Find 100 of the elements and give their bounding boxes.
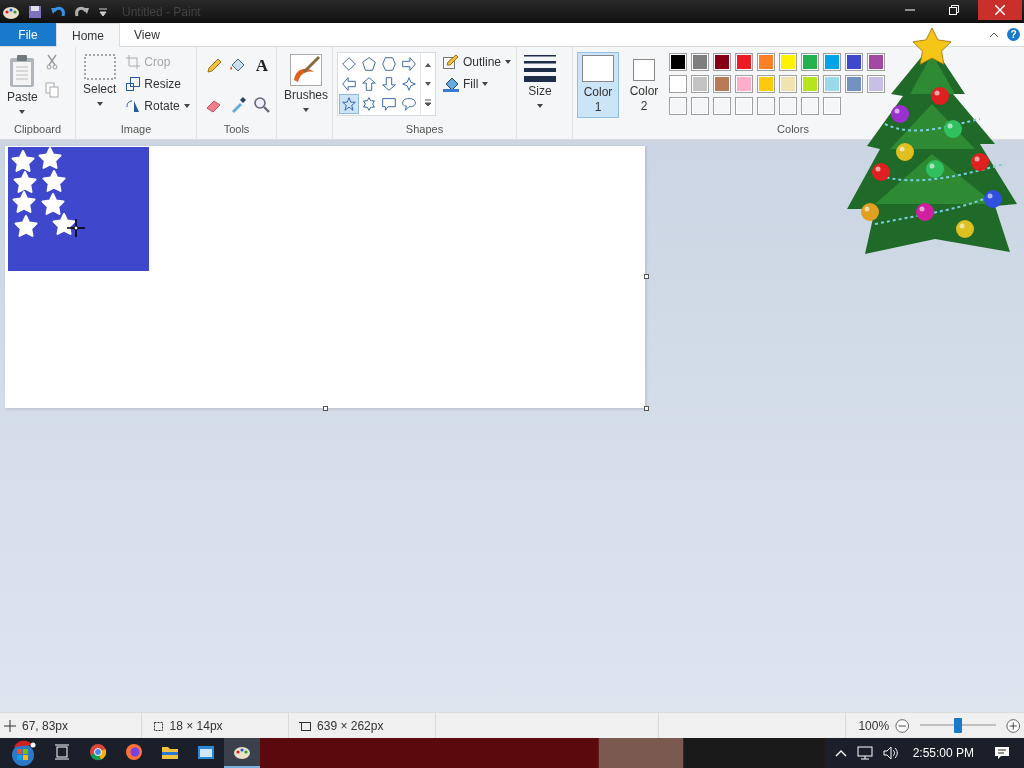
selection-size: 18 × 14px bbox=[169, 718, 223, 733]
color-slot-button[interactable]: Color 2 bbox=[623, 52, 665, 118]
empty-color-slot[interactable] bbox=[669, 97, 687, 115]
color-swatch[interactable] bbox=[801, 53, 819, 71]
file-tab[interactable]: File bbox=[0, 23, 56, 46]
color-swatch[interactable] bbox=[669, 53, 687, 71]
scroll-down-icon[interactable] bbox=[424, 80, 432, 88]
dropdown-icon[interactable] bbox=[98, 6, 108, 17]
slider-thumb[interactable] bbox=[953, 718, 962, 733]
zoom-level: 100% bbox=[858, 718, 890, 733]
resize-handle[interactable] bbox=[644, 274, 649, 279]
undo-icon[interactable] bbox=[50, 4, 66, 19]
color-swatch[interactable] bbox=[779, 53, 797, 71]
group-label: Clipboard bbox=[13, 123, 62, 137]
speaker-icon[interactable] bbox=[882, 746, 899, 760]
color-swatch[interactable] bbox=[669, 75, 687, 93]
color-swatch[interactable] bbox=[845, 75, 863, 93]
save-icon[interactable] bbox=[28, 4, 42, 19]
palette-icon bbox=[233, 744, 251, 760]
magnifier-icon[interactable] bbox=[253, 96, 271, 114]
left-arrow-shape-icon[interactable] bbox=[339, 74, 359, 94]
resize-handle[interactable] bbox=[644, 406, 649, 411]
rotate-button[interactable]: Rotate bbox=[123, 96, 193, 116]
color-swatch[interactable] bbox=[823, 75, 841, 93]
empty-color-slot[interactable] bbox=[757, 97, 775, 115]
color-swatch[interactable] bbox=[735, 75, 753, 93]
resize-handle[interactable] bbox=[323, 406, 328, 411]
down-arrow-shape-icon[interactable] bbox=[379, 74, 399, 94]
color-swatch[interactable] bbox=[713, 75, 731, 93]
color-swatch[interactable] bbox=[713, 53, 731, 71]
group-label: Image bbox=[120, 123, 152, 137]
outline-button[interactable]: Outline bbox=[440, 52, 515, 72]
collapse-ribbon-icon[interactable] bbox=[989, 30, 999, 39]
network-icon[interactable] bbox=[856, 746, 873, 760]
ribbon-tab[interactable]: Home bbox=[56, 23, 120, 47]
select-button[interactable]: Select bbox=[80, 52, 120, 108]
pentagon-shape-icon[interactable] bbox=[359, 54, 379, 74]
close-icon bbox=[995, 5, 1005, 15]
text-tool[interactable]: A bbox=[253, 57, 271, 75]
line-width-icon bbox=[524, 54, 556, 82]
clipboard-icon bbox=[8, 54, 37, 88]
star-shape-icon[interactable] bbox=[339, 94, 359, 114]
browser-icon bbox=[89, 743, 107, 761]
cursor-position-icon bbox=[4, 719, 16, 732]
color-swatch[interactable] bbox=[691, 53, 709, 71]
pencil-icon[interactable] bbox=[205, 57, 223, 75]
more-icon[interactable] bbox=[424, 99, 432, 108]
four-point-star-shape-icon[interactable] bbox=[399, 74, 419, 94]
show-hidden-icons-icon[interactable] bbox=[834, 748, 847, 758]
clock[interactable]: 2:55:00 PM bbox=[912, 746, 974, 760]
image-size: 639 × 262px bbox=[317, 718, 384, 733]
empty-color-slot[interactable] bbox=[713, 97, 731, 115]
hexagon-shape-icon[interactable] bbox=[379, 54, 399, 74]
fill-button[interactable]: Fill bbox=[440, 74, 515, 94]
paste-button[interactable]: Paste bbox=[4, 52, 41, 116]
diamond-shape-icon[interactable] bbox=[339, 54, 359, 74]
color-slot-button[interactable]: Color 1 bbox=[577, 52, 619, 118]
color-swatch[interactable] bbox=[779, 75, 797, 93]
empty-color-slot[interactable] bbox=[691, 97, 709, 115]
resize-button[interactable]: Resize bbox=[123, 74, 193, 94]
group-label: Shapes bbox=[405, 123, 444, 137]
color-swatch[interactable] bbox=[823, 53, 841, 71]
color-swatch[interactable] bbox=[691, 75, 709, 93]
empty-color-slot[interactable] bbox=[735, 97, 753, 115]
caret-icon bbox=[183, 104, 190, 108]
notification-icon[interactable] bbox=[994, 745, 1010, 761]
folder-icon bbox=[161, 744, 179, 760]
color-swatch[interactable] bbox=[757, 75, 775, 93]
resize-icon bbox=[126, 77, 141, 91]
up-arrow-shape-icon[interactable] bbox=[359, 74, 379, 94]
size-button[interactable]: Size bbox=[521, 52, 559, 110]
color-swatch[interactable] bbox=[735, 53, 753, 71]
redo-icon[interactable] bbox=[74, 4, 90, 19]
empty-color-slot[interactable] bbox=[823, 97, 841, 115]
color-swatch[interactable] bbox=[867, 53, 885, 71]
fill-bucket-icon bbox=[443, 76, 459, 92]
rotate-icon bbox=[126, 99, 141, 113]
color-swatch[interactable] bbox=[757, 53, 775, 71]
color-swatch[interactable] bbox=[867, 75, 885, 93]
taskbar-app-button[interactable] bbox=[224, 738, 260, 768]
pencil-outline-icon bbox=[443, 54, 459, 70]
cut-icon[interactable] bbox=[44, 54, 59, 70]
zoom-in-icon[interactable] bbox=[1005, 717, 1020, 734]
close-button[interactable] bbox=[978, 0, 1022, 20]
caret-icon bbox=[482, 82, 489, 86]
color-swatch[interactable] bbox=[801, 75, 819, 93]
help-button[interactable]: ? bbox=[1007, 28, 1020, 41]
zoom-out-icon[interactable] bbox=[895, 717, 910, 734]
empty-color-slot[interactable] bbox=[779, 97, 797, 115]
paintbrush-icon bbox=[290, 54, 322, 86]
restore-icon bbox=[949, 5, 959, 15]
brushes-button[interactable]: Brushes bbox=[281, 52, 332, 114]
right-arrow-shape-icon[interactable] bbox=[399, 54, 419, 74]
caret-icon bbox=[505, 60, 512, 64]
ribbon-tab[interactable]: View bbox=[120, 23, 174, 46]
selection-rectangle-icon bbox=[83, 54, 116, 80]
color-swatch[interactable] bbox=[845, 53, 863, 71]
empty-color-slot[interactable] bbox=[801, 97, 819, 115]
crosshair-cursor-icon bbox=[67, 219, 85, 237]
browser-icon bbox=[125, 743, 143, 761]
